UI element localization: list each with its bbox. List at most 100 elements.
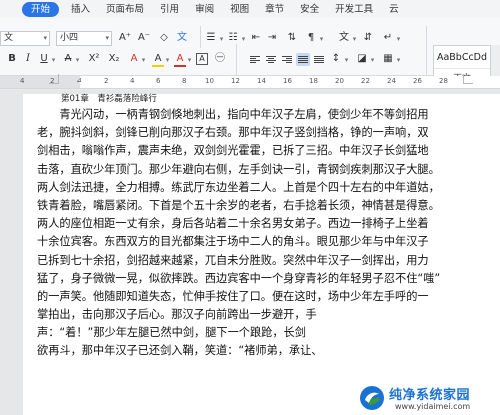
ruler-number: 18 — [309, 77, 318, 85]
indent-marker-icon[interactable]: ⊿ — [76, 76, 82, 84]
watermark: 纯净系统家园 www.yidaimei.com — [355, 381, 500, 415]
document-body[interactable]: 青光闪动，一柄青钢剑倏地刺出，指向中年汉子左肩，使剑少年不等剑招用 老，腕抖剑斜… — [37, 106, 477, 361]
grow-font-icon[interactable]: A⁺ — [117, 32, 133, 44]
ruler-number: 28 — [439, 77, 448, 85]
highlight-button[interactable]: A — [152, 53, 164, 67]
ruler-number: 20 — [335, 77, 344, 85]
font-family-combo[interactable]: 文 ▾ — [0, 31, 50, 46]
bullets-icon[interactable]: ☰ — [205, 32, 217, 44]
chevron-down-icon[interactable]: ▾ — [186, 54, 193, 66]
chevron-down-icon: ▾ — [105, 34, 109, 42]
text-line: 老，腕抖剑斜，剑锋已削向那汉子右颈。那中年汉子竖剑挡格，铮的一声响，双 — [37, 126, 429, 140]
numbering-icon[interactable]: ☷ — [227, 32, 239, 44]
ruler-number: 22 — [361, 77, 370, 85]
tab-developer[interactable]: 开发工具 — [327, 2, 381, 17]
strikethrough-button[interactable]: A — [62, 53, 74, 65]
increase-indent-icon[interactable]: ⇥ — [266, 32, 278, 44]
chevron-down-icon[interactable]: ▾ — [351, 33, 358, 45]
alignment-group — [248, 53, 326, 66]
ribbon-separator — [200, 26, 201, 48]
tab-page-layout[interactable]: 页面布局 — [98, 2, 152, 17]
chevron-down-icon[interactable]: ▾ — [218, 33, 225, 45]
text-line: 青光闪动，一柄青钢剑倏地刺出，指向中年汉子左肩，使剑少年不等剑招用 — [37, 108, 429, 121]
justify-button[interactable] — [296, 53, 310, 66]
chinese-layout-icon[interactable]: 文 — [338, 32, 350, 44]
chevron-down-icon[interactable]: ▾ — [74, 54, 81, 66]
text-line: 两人的座位相距一丈有余，身后各站着二十余名男女弟子。西边一排椅子上坐着 — [37, 217, 429, 231]
text-line: 两人剑法迅捷，全力相搏。练武厅东边坐着二人。上首是个四十左右的中年道姑， — [37, 180, 440, 194]
ruler-number: 8 — [182, 77, 187, 85]
show-marks-icon[interactable]: ¶ — [305, 32, 317, 44]
text-line: 的一声笑。他随即知道失态，忙伸手按住了口。便在这时，场中少年左手呼的一 — [37, 289, 429, 303]
superscript-button[interactable]: X² — [86, 53, 102, 65]
tab-home[interactable]: 开始 — [22, 1, 60, 17]
tab-cloud[interactable]: 云 — [381, 2, 407, 17]
ruler-number: 4 — [130, 77, 135, 85]
italic-button[interactable]: I — [22, 53, 34, 65]
paragraph-mark-icon[interactable]: ↵ — [382, 32, 394, 44]
align-left-button[interactable] — [248, 53, 262, 66]
align-center-button[interactable] — [264, 53, 278, 66]
char-border-icon[interactable]: A — [196, 53, 208, 65]
align-right-button[interactable] — [280, 53, 294, 66]
text-line: 已拆到七十余招，剑招越来越紧，兀自未分胜败。突然中年汉子一剑挥出，用力 — [37, 253, 429, 267]
text-line: 声：“着！”那少年左腿已然中剑，腿下一个踉跄，长剑 — [37, 326, 306, 340]
chevron-down-icon[interactable]: ▾ — [164, 54, 171, 66]
menu-tab-bar: 开始 插入 页面布局 引用 审阅 视图 章节 安全 开发工具 云 — [0, 0, 500, 18]
bold-button[interactable]: B — [6, 53, 18, 65]
chevron-down-icon[interactable]: ▾ — [369, 54, 376, 66]
enclose-char-icon[interactable]: ㊀ — [214, 53, 226, 65]
text-line: 十余位宾客。东西双方的目光都集注于场中二人的角斗。眼见那少年与中年汉子 — [37, 235, 429, 249]
font-size-combo[interactable]: 小四 ▾ — [56, 31, 112, 46]
text-line: 剑相击，嗡嗡作声，震声未绝，双剑剑光霍霍，已拆了三招。中年汉子长剑猛地 — [37, 144, 429, 158]
chevron-down-icon[interactable]: ▾ — [240, 33, 247, 45]
distribute-button[interactable] — [312, 53, 326, 66]
tab-review[interactable]: 审阅 — [187, 2, 222, 17]
ruler-number: 2 — [104, 77, 109, 85]
decrease-indent-icon[interactable]: ⇤ — [250, 32, 262, 44]
clear-format-icon[interactable]: ◇ — [158, 32, 170, 44]
phonetic-guide-icon[interactable]: 文 — [176, 32, 188, 44]
tab-insert[interactable]: 插入 — [63, 2, 98, 17]
sort-az-icon[interactable]: ⇵ — [362, 32, 374, 44]
shrink-font-icon[interactable]: A⁻ — [136, 32, 152, 44]
chevron-down-icon[interactable]: ▾ — [395, 54, 402, 66]
chevron-down-icon[interactable]: ▾ — [395, 33, 402, 45]
line-spacing-icon[interactable]: ↕ — [330, 53, 342, 65]
watermark-logo-icon — [360, 386, 384, 410]
ruler-number: 26 — [413, 77, 422, 85]
shading-icon[interactable]: ◪ — [356, 53, 368, 65]
text-line: 欲再斗，那中年汉子已还剑入鞘，笑道：“褚师弟，承让、 — [37, 344, 323, 358]
underline-button[interactable]: U — [38, 53, 50, 65]
chapter-heading: 第01章 青衫磊落险峰行 — [61, 94, 157, 104]
page-corner-mark — [49, 74, 59, 84]
ruler-number: 6 — [156, 77, 161, 85]
horizontal-ruler[interactable]: ⊿ 4 2 2 4 6 8 10 12 14 16 18 20 22 24 26… — [0, 76, 500, 89]
chevron-down-icon[interactable]: ▾ — [140, 54, 147, 66]
borders-icon[interactable]: ▦ — [382, 53, 394, 65]
ruler-number: 10 — [205, 77, 214, 85]
ruler-left-margin — [0, 76, 80, 88]
tab-chapter[interactable]: 章节 — [257, 2, 292, 17]
ruler-number: 12 — [231, 77, 240, 85]
chevron-down-icon: ▾ — [43, 34, 47, 42]
text-color-button[interactable]: A — [128, 53, 140, 65]
text-line: 铁青着脸，嘴唇紧闭。下首是个五十余岁的老者，右手捻着长须，神情甚是得意。 — [37, 198, 440, 212]
ruler-number: 16 — [283, 77, 292, 85]
page-corner-mark — [463, 74, 473, 84]
font-color-a-icon[interactable]: A — [174, 53, 186, 67]
style-sample-text: AaBbCcDd — [436, 52, 488, 63]
ruler-number: 24 — [387, 77, 396, 85]
chevron-down-icon[interactable]: ▾ — [318, 33, 325, 45]
tab-security[interactable]: 安全 — [292, 2, 327, 17]
watermark-url: www.yidaimei.com — [395, 402, 471, 411]
tab-references[interactable]: 引用 — [152, 2, 187, 17]
ruler-number: 14 — [257, 77, 266, 85]
tab-view[interactable]: 视图 — [222, 2, 257, 17]
font-family-value: 文 — [4, 33, 14, 43]
sort-icon[interactable]: ⇅ — [286, 32, 298, 44]
subscript-button[interactable]: X₂ — [106, 53, 122, 65]
text-line: 掌拍出，击向那汉子后心。那汉子向前跨出一步避开，手 — [37, 308, 317, 322]
chevron-down-icon[interactable]: ▾ — [343, 54, 350, 66]
chevron-down-icon[interactable]: ▾ — [50, 54, 57, 66]
